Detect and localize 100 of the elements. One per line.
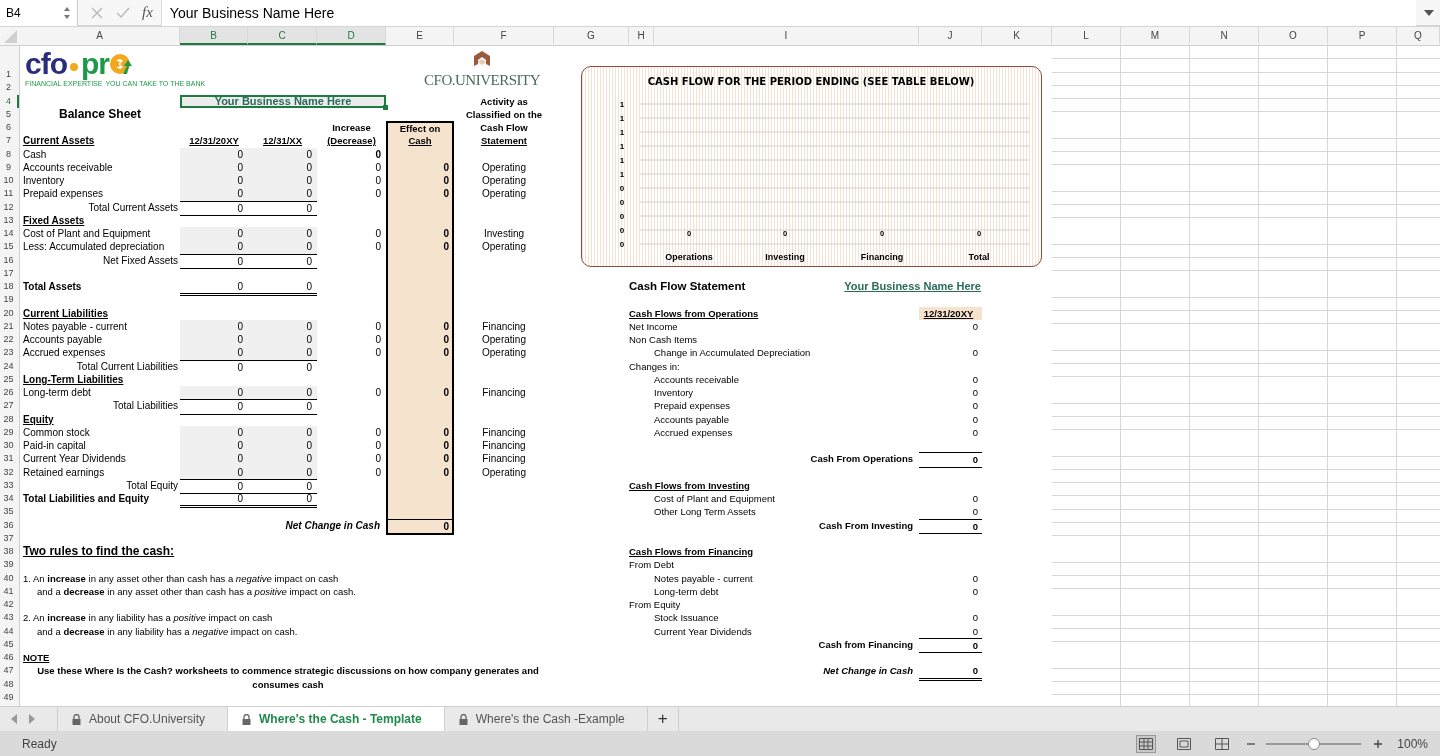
name-box[interactable]: B4 <box>0 0 78 26</box>
column-header[interactable]: D <box>317 27 386 45</box>
sheet-tab[interactable]: Where's the Cash - Template <box>228 707 445 731</box>
column-header[interactable]: I <box>654 27 919 45</box>
column-header[interactable]: L <box>1052 27 1121 45</box>
row-header[interactable]: 4 <box>0 94 19 108</box>
row-header[interactable]: 27 <box>0 399 19 413</box>
input-cell[interactable]: 0 <box>180 147 248 161</box>
row-header[interactable]: 29 <box>0 425 19 439</box>
formula-field[interactable]: Your Business Name Here <box>160 0 1416 26</box>
normal-view-button[interactable] <box>1136 734 1157 753</box>
row-header[interactable]: 1 <box>0 46 19 81</box>
row-header[interactable]: 43 <box>0 611 19 625</box>
row-header[interactable]: 2 <box>0 81 19 95</box>
dropdown-icon[interactable] <box>1424 8 1434 17</box>
row-header[interactable]: 34 <box>0 492 19 506</box>
input-cell[interactable]: 0 <box>248 240 317 254</box>
row-header[interactable]: 48 <box>0 677 19 691</box>
next-icon[interactable] <box>28 714 36 724</box>
column-header[interactable]: B <box>180 27 248 45</box>
row-header[interactable]: 20 <box>0 306 19 320</box>
row-header[interactable]: 42 <box>0 598 19 612</box>
input-cell[interactable]: 0 <box>248 174 317 188</box>
row-header[interactable]: 9 <box>0 160 19 174</box>
row-header[interactable]: 12 <box>0 200 19 214</box>
input-cell[interactable]: 0 <box>248 227 317 241</box>
column-header[interactable]: J <box>919 27 982 45</box>
input-cell[interactable]: 0 <box>248 187 317 201</box>
row-header[interactable]: 21 <box>0 319 19 333</box>
empty-cell-grid[interactable] <box>1052 46 1440 706</box>
row-header[interactable]: 39 <box>0 558 19 572</box>
row-header[interactable]: 5 <box>0 107 19 121</box>
row-header[interactable]: 45 <box>0 637 19 651</box>
input-cell[interactable]: 0 <box>180 439 248 453</box>
row-header[interactable]: 33 <box>0 478 19 492</box>
row-header[interactable]: 37 <box>0 531 19 545</box>
row-header[interactable]: 10 <box>0 174 19 188</box>
row-header[interactable]: 16 <box>0 253 19 267</box>
row-header[interactable]: 11 <box>0 187 19 201</box>
row-header[interactable]: 13 <box>0 213 19 227</box>
row-header[interactable]: 17 <box>0 266 19 280</box>
input-cell[interactable]: 0 <box>180 333 248 347</box>
function-icon[interactable]: fx <box>142 4 153 21</box>
row-header[interactable]: 14 <box>0 227 19 241</box>
row-header[interactable]: 19 <box>0 293 19 307</box>
column-header[interactable]: E <box>386 27 454 45</box>
row-header[interactable]: 44 <box>0 624 19 638</box>
row-header[interactable]: 15 <box>0 240 19 254</box>
row-header[interactable]: 18 <box>0 280 19 294</box>
column-header[interactable]: K <box>982 27 1052 45</box>
input-cell[interactable]: 0 <box>180 187 248 201</box>
row-header[interactable]: 38 <box>0 545 19 559</box>
input-cell[interactable]: 0 <box>248 386 317 400</box>
row-header[interactable]: 32 <box>0 465 19 479</box>
column-header[interactable]: F <box>454 27 554 45</box>
row-header[interactable]: 40 <box>0 571 19 585</box>
column-header[interactable]: O <box>1259 27 1328 45</box>
row-header[interactable]: 26 <box>0 386 19 400</box>
slider-thumb[interactable] <box>1307 737 1320 750</box>
fill-handle[interactable] <box>383 104 388 110</box>
input-cell[interactable]: 0 <box>248 452 317 466</box>
row-header[interactable]: 25 <box>0 372 19 386</box>
input-cell[interactable]: 0 <box>180 425 248 439</box>
input-cell[interactable]: 0 <box>248 425 317 439</box>
row-header[interactable]: 6 <box>0 121 19 135</box>
input-cell[interactable]: 0 <box>248 439 317 453</box>
input-cell[interactable]: 0 <box>180 452 248 466</box>
column-header[interactable]: M <box>1121 27 1190 45</box>
row-header[interactable]: 8 <box>0 147 19 161</box>
row-header[interactable]: 22 <box>0 333 19 347</box>
row-header[interactable]: 7 <box>0 134 19 148</box>
input-cell[interactable]: 0 <box>248 147 317 161</box>
input-cell[interactable]: 0 <box>180 174 248 188</box>
input-cell[interactable]: 0 <box>180 240 248 254</box>
input-cell[interactable]: 0 <box>248 319 317 333</box>
row-header[interactable]: 28 <box>0 412 19 426</box>
column-header[interactable]: N <box>1190 27 1259 45</box>
row-header[interactable]: 35 <box>0 505 19 519</box>
business-name-cell[interactable]: Your Business Name Here <box>180 94 386 108</box>
row-header[interactable]: 36 <box>0 518 19 532</box>
column-header[interactable]: P <box>1328 27 1397 45</box>
column-header[interactable]: Q <box>1397 27 1440 45</box>
row-header[interactable]: 41 <box>0 584 19 598</box>
row-header[interactable]: 49 <box>0 690 19 704</box>
row-header[interactable]: 30 <box>0 439 19 453</box>
input-cell[interactable]: 0 <box>180 386 248 400</box>
row-header[interactable]: 31 <box>0 452 19 466</box>
row-header[interactable]: 23 <box>0 346 19 360</box>
input-cell[interactable]: 0 <box>248 346 317 360</box>
input-cell[interactable]: 0 <box>248 333 317 347</box>
column-header[interactable]: H <box>629 27 654 45</box>
row-header[interactable]: 47 <box>0 664 19 678</box>
row-header[interactable]: 46 <box>0 651 19 665</box>
row-header[interactable]: 24 <box>0 359 19 373</box>
check-icon[interactable] <box>116 5 130 20</box>
input-cell[interactable]: 0 <box>180 227 248 241</box>
previous-icon[interactable] <box>10 714 18 724</box>
input-cell[interactable]: 0 <box>180 319 248 333</box>
input-cell[interactable]: 0 <box>180 346 248 360</box>
column-header[interactable]: C <box>248 27 317 45</box>
